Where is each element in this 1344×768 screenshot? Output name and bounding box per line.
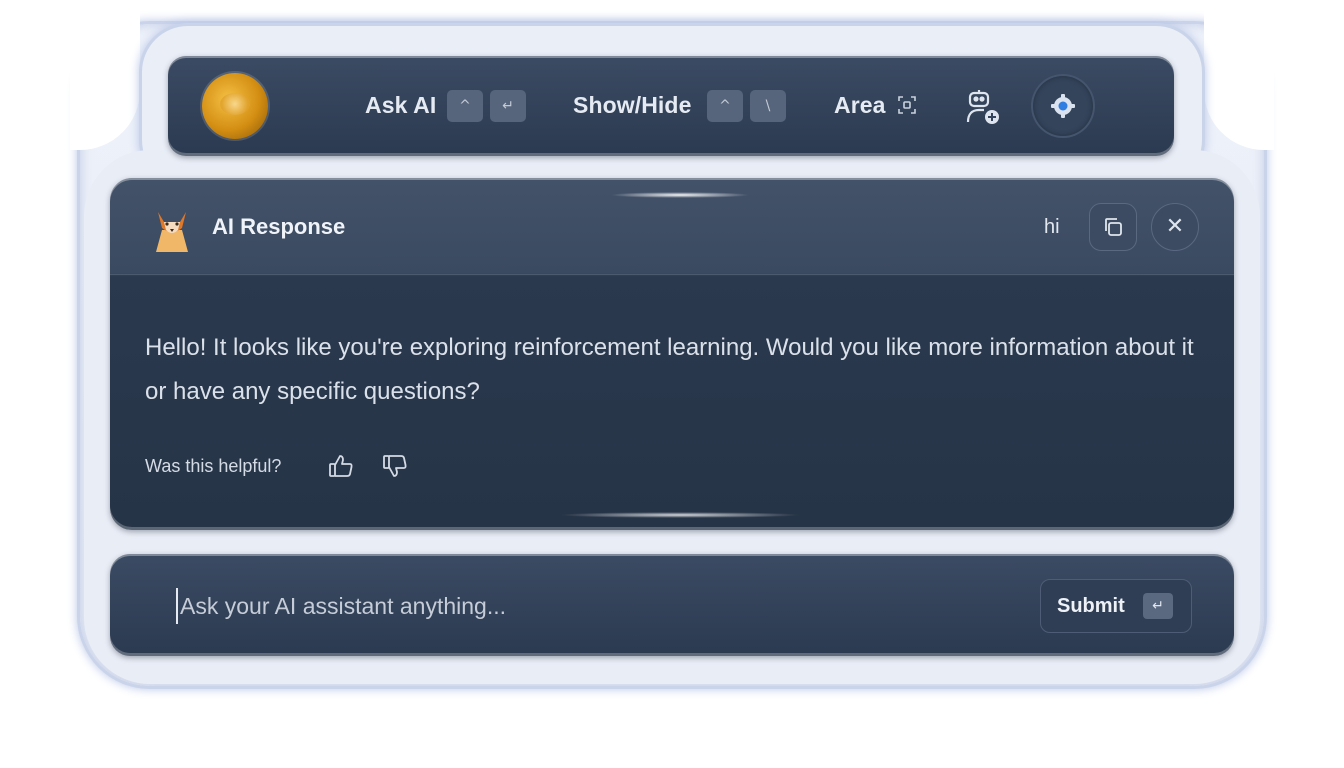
show-hide-key-ctrl: ^ <box>707 90 743 122</box>
thumbs-down-icon[interactable] <box>381 452 409 480</box>
copy-icon <box>1105 218 1122 236</box>
copy-button[interactable] <box>1089 203 1137 251</box>
area-capture-icon[interactable] <box>898 96 916 114</box>
ask-ai-key-enter: ↵ <box>490 90 526 122</box>
response-title: AI Response <box>212 214 346 239</box>
close-button[interactable]: ✕ <box>1151 203 1199 251</box>
prompt-input[interactable] <box>176 588 1022 624</box>
response-message: Hello! It looks like you're exploring re… <box>145 334 1194 405</box>
panel-glow-bottom <box>560 512 800 518</box>
submit-enter-key: ↵ <box>1143 593 1173 619</box>
submit-button[interactable]: Submit ↵ <box>1040 579 1192 633</box>
panel-glow-top <box>610 192 750 198</box>
settings-button[interactable] <box>1033 76 1093 136</box>
show-hide-key-backslash: \ <box>750 90 786 122</box>
ask-ai-key-ctrl: ^ <box>447 90 483 122</box>
thumbs-up-icon[interactable] <box>327 452 355 480</box>
bot-add-icon[interactable] <box>964 88 1006 126</box>
fox-icon <box>152 206 192 254</box>
query-echo: hi <box>1044 216 1060 238</box>
show-hide-label[interactable]: Show/Hide <box>573 92 691 119</box>
close-icon: ✕ <box>1165 214 1185 239</box>
submit-label: Submit <box>1057 595 1125 617</box>
area-label[interactable]: Area <box>834 92 886 119</box>
gear-icon <box>1051 94 1075 118</box>
response-header-divider <box>110 274 1234 275</box>
avatar[interactable] <box>202 73 268 139</box>
ask-ai-label[interactable]: Ask AI <box>365 92 436 119</box>
helpful-label: Was this helpful? <box>145 456 282 476</box>
